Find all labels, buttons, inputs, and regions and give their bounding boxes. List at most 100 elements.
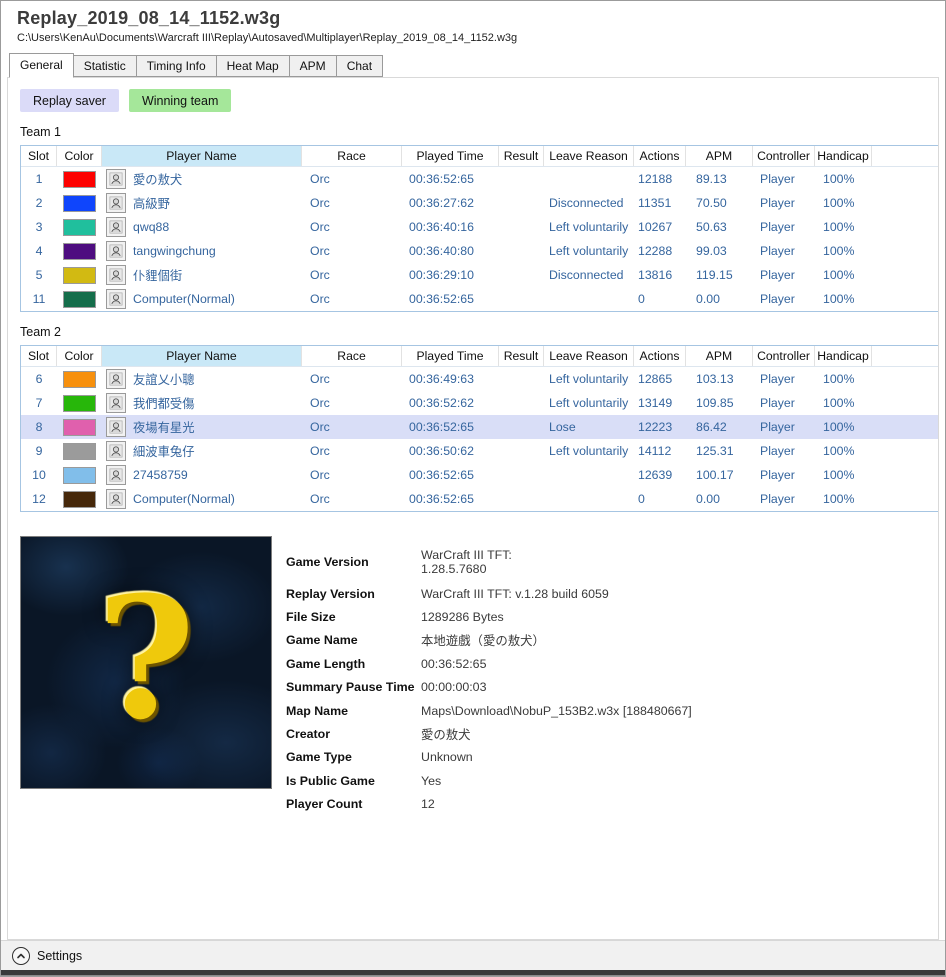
tab-general[interactable]: General — [9, 53, 74, 78]
table-row[interactable]: 1 愛の敖犬 Orc 00:36:52:65 12188 89.13 Player 100% — [21, 167, 938, 191]
cell-leave-reason: Left voluntarily — [549, 244, 629, 258]
cell-result — [499, 167, 544, 191]
info-row: Game Length 00:36:52:65 — [286, 652, 906, 675]
column-header-controller[interactable]: Controller — [753, 346, 815, 366]
player-portrait-icon[interactable] — [106, 369, 126, 389]
player-portrait-icon[interactable] — [106, 489, 126, 509]
player-color-swatch — [63, 266, 96, 284]
cell-leave-reason: Left voluntarily — [549, 444, 629, 458]
player-portrait-icon[interactable] — [106, 193, 126, 213]
footer: Settings — [1, 940, 945, 976]
cell-controller: Player — [760, 172, 795, 186]
column-header-apm[interactable]: APM — [686, 146, 753, 166]
cell-leave-reason: Disconnected — [549, 196, 624, 210]
replay-saver-button[interactable]: Replay saver — [20, 89, 119, 112]
info-row: Game Type Unknown — [286, 746, 906, 769]
column-header-result[interactable]: Result — [499, 146, 544, 166]
table-row[interactable]: 2 高級野 Orc 00:36:27:62 Disconnected 11351 70.50… — [21, 191, 938, 215]
tab-heat-map[interactable]: Heat Map — [216, 55, 290, 77]
player-portrait-icon[interactable] — [106, 289, 126, 309]
player-name-text: 細波車兔仔 — [133, 445, 195, 459]
cell-race: Orc — [310, 196, 330, 210]
table-row[interactable]: 3 qwq88 Orc 00:36:40:16 Left voluntarily 1026… — [21, 215, 938, 239]
cell-actions: 12288 — [638, 244, 673, 258]
player-portrait-icon[interactable] — [106, 465, 126, 485]
cell-race: Orc — [310, 172, 330, 186]
table-row[interactable]: 12 Computer(Normal) Orc 00:36:52:65 0 0.00 Pla… — [21, 487, 938, 511]
cell-race: Orc — [310, 292, 330, 306]
team-2-section: Team 2 Slot Color Player Name Race Played Ti… — [13, 325, 938, 512]
cell-handicap: 100% — [823, 444, 855, 458]
cell-handicap: 100% — [823, 372, 855, 386]
tab-chat[interactable]: Chat — [336, 55, 384, 77]
cell-slot: 7 — [35, 396, 43, 410]
column-header-handicap[interactable]: Handicap — [815, 146, 872, 166]
cell-slot: 6 — [35, 372, 43, 386]
column-header-color[interactable]: Color — [57, 346, 102, 366]
column-header-color[interactable]: Color — [57, 146, 102, 166]
cell-race: Orc — [310, 492, 330, 506]
table-row[interactable]: 8 夜場有星光 Orc 00:36:52:65 Lose 12223 86.42 Player… — [21, 415, 938, 439]
replay-title: Replay_2019_08_14_1152.w3g — [17, 8, 281, 28]
player-portrait-icon[interactable] — [106, 169, 126, 189]
replay-file-path: C:\Users\KenAu\Documents\Warcraft III\Re… — [17, 32, 518, 44]
table-row[interactable]: 7 我們都受傷 Orc 00:36:52:62 Left voluntarily 1314… — [21, 391, 938, 415]
column-header-played-time[interactable]: Played Time — [402, 146, 499, 166]
info-value: 12 — [421, 797, 435, 812]
column-header-apm[interactable]: APM — [686, 346, 753, 366]
column-header-handicap[interactable]: Handicap — [815, 346, 872, 366]
tab-timing-info[interactable]: Timing Info — [136, 55, 217, 77]
settings-label: Settings — [37, 948, 83, 963]
column-header-result[interactable]: Result — [499, 346, 544, 366]
player-portrait-icon[interactable] — [106, 417, 126, 437]
tab-apm[interactable]: APM — [289, 55, 337, 77]
chevron-up-icon[interactable] — [12, 946, 30, 965]
player-portrait-icon[interactable] — [106, 241, 126, 261]
column-header-race[interactable]: Race — [302, 146, 402, 166]
column-header-player[interactable]: Player Name — [102, 146, 302, 166]
cell-apm: 99.03 — [696, 244, 727, 258]
cell-actions: 12223 — [638, 420, 673, 434]
info-label: Is Public Game — [286, 773, 375, 788]
player-portrait-icon[interactable] — [106, 265, 126, 285]
cell-player: 我們都受傷 — [102, 391, 302, 415]
cell-actions: 0 — [638, 292, 645, 306]
column-header-race[interactable]: Race — [302, 346, 402, 366]
winning-team-button[interactable]: Winning team — [128, 89, 232, 112]
cell-race: Orc — [310, 220, 330, 234]
player-portrait-icon[interactable] — [106, 441, 126, 461]
player-color-swatch — [63, 370, 96, 388]
column-header-slot[interactable]: Slot — [21, 146, 57, 166]
table-row[interactable]: 6 友誼乂小聰 Orc 00:36:49:63 Left voluntarily 1286… — [21, 367, 938, 391]
table-row[interactable]: 11 Computer(Normal) Orc 00:36:52:65 0 0.00 Pla… — [21, 287, 938, 311]
cell-handicap: 100% — [823, 196, 855, 210]
column-header-controller[interactable]: Controller — [753, 146, 815, 166]
tab-statistic[interactable]: Statistic — [73, 55, 137, 77]
table-row[interactable]: 9 細波車兔仔 Orc 00:36:50:62 Left voluntarily 1411… — [21, 439, 938, 463]
table-row[interactable]: 10 27458759 Orc 00:36:52:65 12639 100.17 Playe… — [21, 463, 938, 487]
settings-bar[interactable]: Settings — [1, 940, 945, 970]
column-header-leave-reason[interactable]: Leave Reason — [544, 346, 634, 366]
column-header-played-time[interactable]: Played Time — [402, 346, 499, 366]
cell-result — [499, 239, 544, 263]
column-header-slot[interactable]: Slot — [21, 346, 57, 366]
column-header-actions[interactable]: Actions — [634, 146, 686, 166]
map-preview-image: ? — [20, 536, 272, 789]
column-header-leave-reason[interactable]: Leave Reason — [544, 146, 634, 166]
cell-color — [57, 215, 102, 239]
cell-controller: Player — [760, 468, 795, 482]
table-row[interactable]: 4 tangwingchung Orc 00:36:40:80 Left volunta… — [21, 239, 938, 263]
cell-color — [57, 287, 102, 311]
cell-handicap: 100% — [823, 268, 855, 282]
cell-apm: 86.42 — [696, 420, 727, 434]
cell-handicap: 100% — [823, 244, 855, 258]
column-header-player[interactable]: Player Name — [102, 346, 302, 366]
cell-filler — [872, 439, 938, 463]
cell-player: 細波車兔仔 — [102, 439, 302, 463]
column-header-actions[interactable]: Actions — [634, 346, 686, 366]
cell-filler — [872, 415, 938, 439]
cell-race: Orc — [310, 372, 330, 386]
table-row[interactable]: 5 仆貍個街 Orc 00:36:29:10 Disconnected 13816 119.… — [21, 263, 938, 287]
player-portrait-icon[interactable] — [106, 217, 126, 237]
player-portrait-icon[interactable] — [106, 393, 126, 413]
